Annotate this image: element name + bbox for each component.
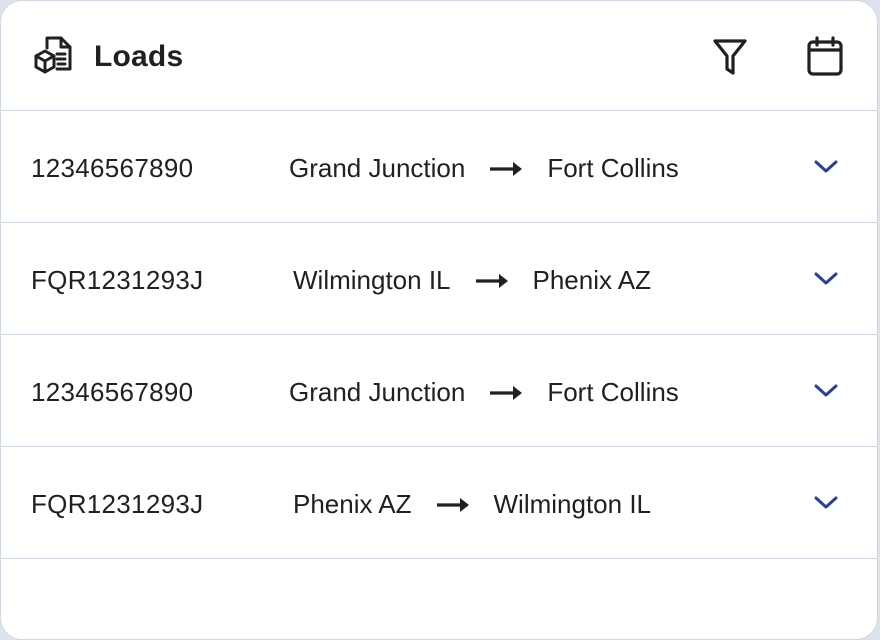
destination-city: Phenix AZ: [532, 265, 652, 295]
load-row[interactable]: FQR1231293J Wilmington IL Phenix AZ: [1, 223, 877, 335]
load-row[interactable]: 12346567890 Grand Junction Fort Collins: [1, 111, 877, 223]
load-row[interactable]: 12346567890 Grand Junction Fort Collins: [1, 335, 877, 447]
filter-icon: [713, 39, 747, 75]
destination-city: Fort Collins: [547, 153, 679, 183]
origin-city: Wilmington IL: [293, 265, 451, 295]
chevron-down-icon[interactable]: [809, 379, 843, 403]
loads-card: Loads 12346567890 Grand Junction Fort Co…: [0, 0, 878, 640]
load-row[interactable]: FQR1231293J Phenix AZ Wilmington IL: [1, 447, 877, 559]
loads-header: Loads: [1, 1, 877, 111]
load-id: FQR1231293J: [31, 489, 204, 519]
origin-city: Grand Junction: [289, 153, 466, 183]
load-id: FQR1231293J: [31, 265, 204, 295]
calendar-icon: [807, 36, 843, 76]
arrow-right-icon: [436, 497, 469, 512]
arrow-right-icon: [490, 385, 523, 400]
page-title: Loads: [94, 40, 184, 73]
destination-city: Fort Collins: [547, 377, 679, 407]
load-route: Grand Junction Fort Collins: [289, 377, 679, 408]
loads-list: 12346567890 Grand Junction Fort Collins …: [1, 111, 877, 559]
destination-city: Wilmington IL: [493, 489, 652, 519]
load-id: 12346567890: [31, 377, 194, 407]
document-package-icon: [33, 34, 73, 76]
load-route: Grand Junction Fort Collins: [289, 153, 679, 184]
origin-city: Grand Junction: [289, 377, 466, 407]
arrow-right-icon: [475, 273, 508, 288]
arrow-right-icon: [490, 161, 523, 176]
chevron-down-icon[interactable]: [809, 491, 843, 515]
chevron-down-icon[interactable]: [809, 155, 843, 179]
load-route: Phenix AZ Wilmington IL: [293, 489, 651, 520]
chevron-down-icon[interactable]: [809, 267, 843, 291]
calendar-button[interactable]: [805, 35, 845, 77]
load-route: Wilmington IL Phenix AZ: [293, 265, 651, 296]
load-id: 12346567890: [31, 153, 194, 183]
origin-city: Phenix AZ: [293, 489, 412, 519]
filter-button[interactable]: [710, 35, 750, 77]
